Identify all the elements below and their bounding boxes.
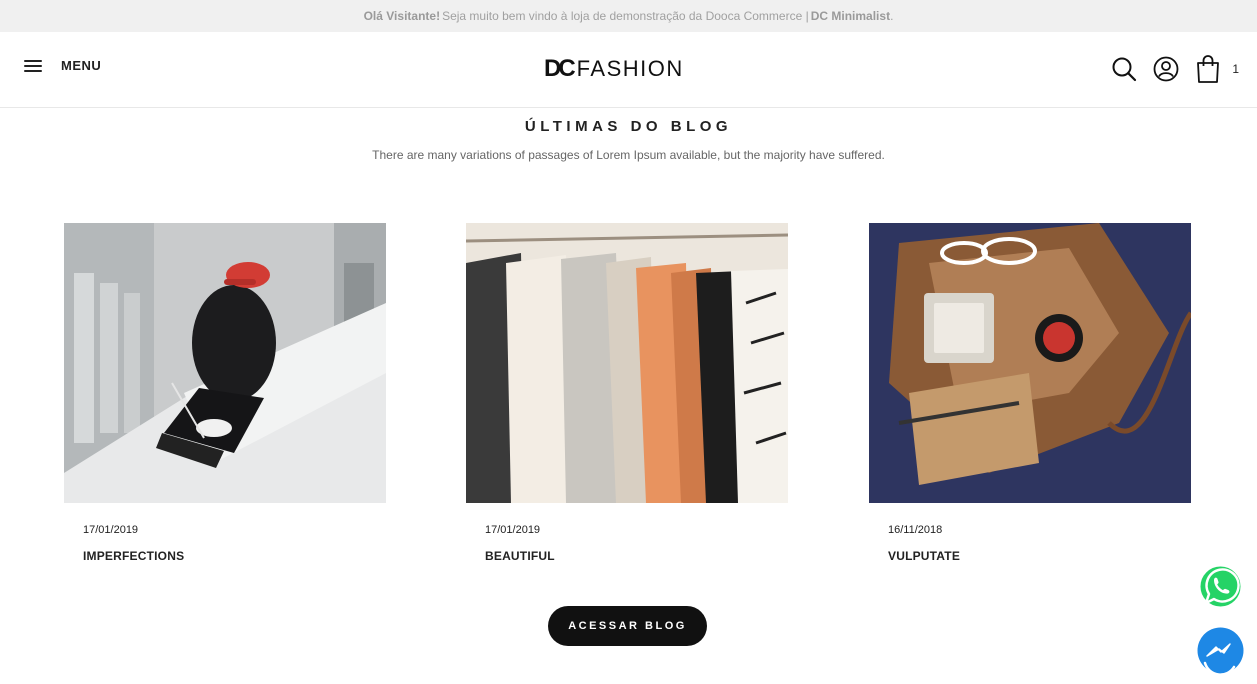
blog-card: 17/01/2019 BEAUTIFUL [466, 223, 788, 563]
post-title[interactable]: BEAUTIFUL [485, 549, 788, 563]
logo-mark: DC [544, 55, 576, 82]
account-button[interactable] [1152, 54, 1180, 84]
hamburger-icon [24, 59, 42, 73]
user-icon [1153, 56, 1179, 82]
menu-button[interactable]: MENU [24, 58, 101, 73]
site-header: MENU DC FASHION 1 [0, 32, 1257, 108]
post-date: 16/11/2018 [888, 524, 943, 536]
post-title[interactable]: IMPERFECTIONS [83, 549, 386, 563]
section-subtitle: There are many variations of passages of… [372, 148, 885, 162]
blog-card: 16/11/2018 VULPUTATE [869, 223, 1191, 563]
blog-image-clothes-rack[interactable] [466, 223, 788, 503]
post-date: 17/01/2019 [83, 524, 139, 536]
theme-name: DC Minimalist [810, 9, 891, 23]
search-button[interactable] [1110, 54, 1138, 84]
cart-button[interactable] [1194, 54, 1222, 84]
site-logo[interactable]: DC FASHION [544, 55, 684, 82]
post-date: 17/01/2019 [485, 524, 541, 536]
post-title[interactable]: VULPUTATE [888, 549, 1191, 563]
blog-card: 17/01/2019 IMPERFECTIONS [64, 223, 386, 563]
access-blog-button[interactable]: ACESSAR BLOG [548, 606, 707, 646]
section-title: ÚLTIMAS DO BLOG [524, 118, 733, 135]
logo-text: FASHION [576, 56, 684, 81]
blog-image-accessories[interactable] [869, 223, 1191, 503]
menu-label: MENU [61, 58, 102, 73]
header-actions: 1 [1110, 54, 1239, 84]
welcome-text: Seja muito bem vindo à loja de demonstra… [442, 9, 809, 23]
whatsapp-icon[interactable] [1197, 563, 1244, 610]
search-icon [1112, 57, 1137, 82]
cart-count: 1 [1232, 62, 1239, 76]
blog-image-person[interactable] [64, 223, 386, 503]
shopping-bag-icon [1197, 55, 1220, 83]
period-text: . [890, 9, 894, 23]
greeting-text: Olá Visitante! [363, 9, 441, 23]
messenger-icon[interactable] [1197, 627, 1244, 674]
announcement-bar: Olá Visitante! Seja muito bem vindo à lo… [0, 0, 1257, 32]
